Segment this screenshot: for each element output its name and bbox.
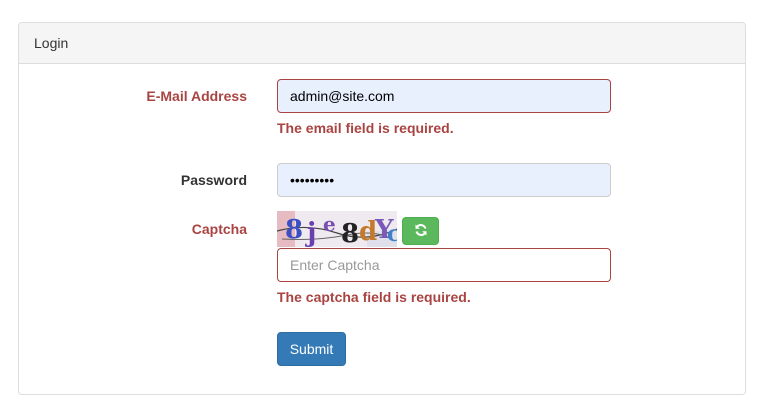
svg-text:j: j — [305, 218, 316, 247]
password-label: Password — [180, 172, 247, 188]
svg-text:e: e — [323, 212, 336, 236]
refresh-icon — [414, 223, 428, 240]
login-panel: Login E-Mail Address The email field is … — [18, 22, 746, 395]
email-field[interactable] — [277, 79, 611, 113]
captcha-input[interactable] — [277, 248, 611, 282]
captcha-refresh-button[interactable] — [402, 217, 439, 245]
captcha-image: 8 j e 8 d Y c — [277, 211, 397, 247]
panel-title: Login — [19, 23, 745, 64]
svg-text:c: c — [387, 221, 397, 247]
email-label: E-Mail Address — [146, 88, 247, 104]
submit-button[interactable]: Submit — [277, 332, 346, 366]
svg-text:8: 8 — [341, 219, 359, 247]
captcha-error: The captcha field is required. — [277, 289, 471, 305]
password-field[interactable] — [277, 163, 611, 197]
svg-text:8: 8 — [285, 215, 303, 245]
captcha-label: Captcha — [191, 221, 247, 237]
email-error: The email field is required. — [277, 120, 454, 136]
